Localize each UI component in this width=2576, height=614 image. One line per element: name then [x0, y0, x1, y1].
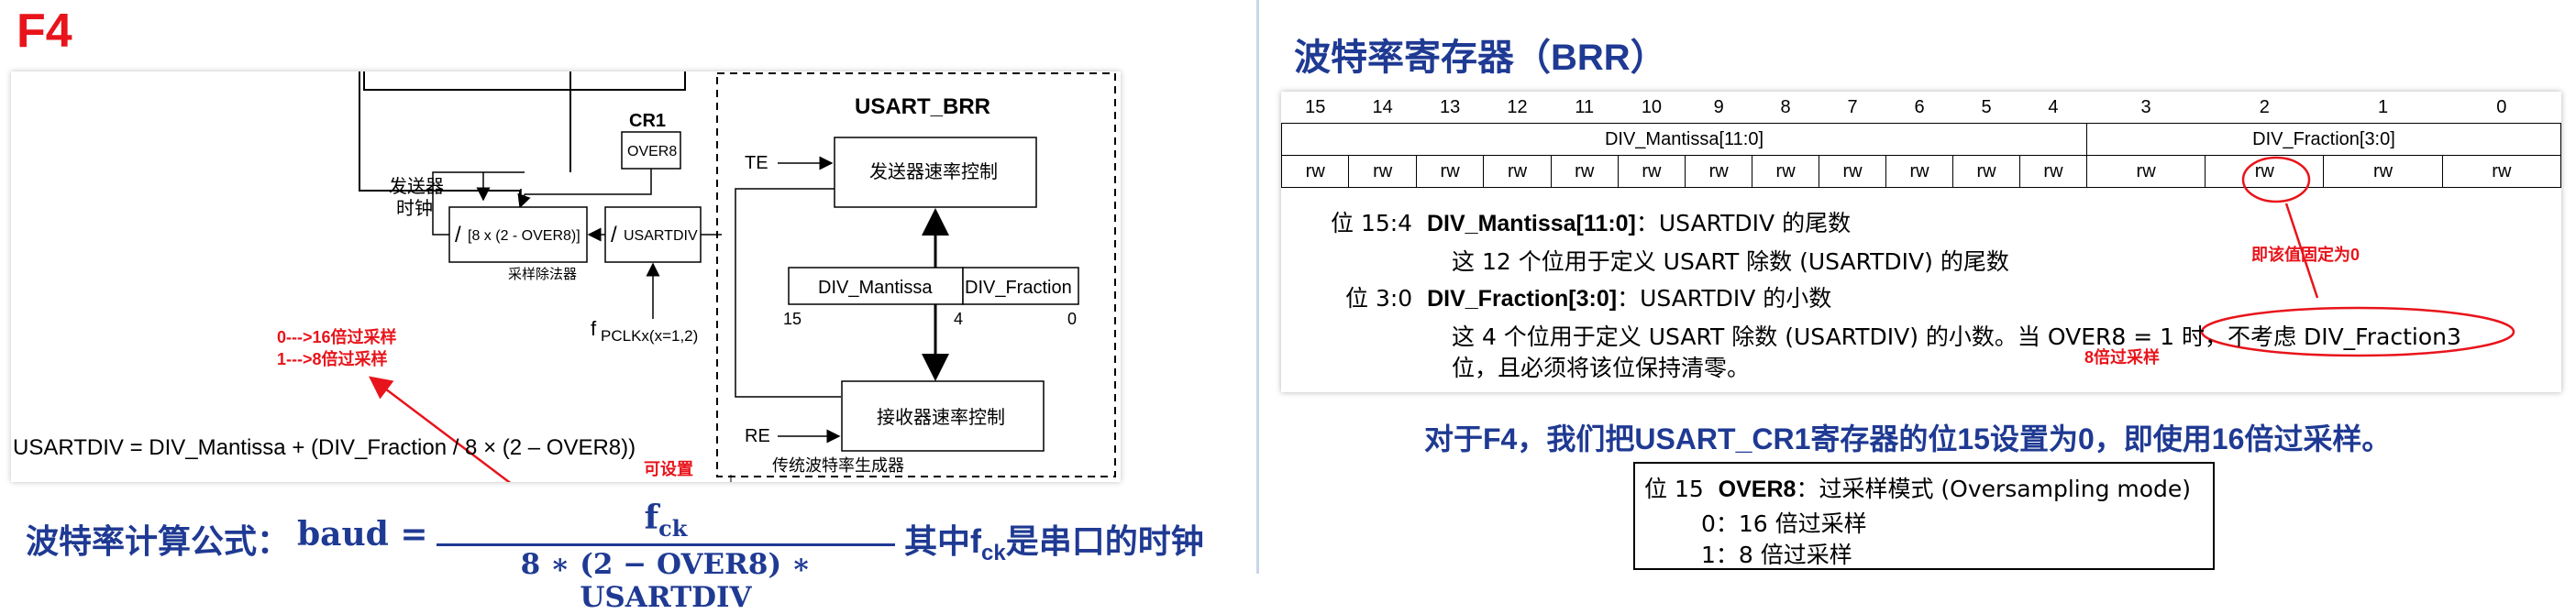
cr1-label: CR1	[629, 111, 666, 131]
brr-title: 波特率寄存器（BRR）	[1294, 38, 1667, 78]
block-diagram-svg: USART_BRR CR1 OVER8 发送器 时钟 / [8 x (2 - O…	[13, 71, 1116, 482]
formula-label: 波特率计算公式：	[26, 522, 291, 560]
fraction-detail-1: 这 4 个位用于定义 USART 除数 (USARTDIV) 的小数。当 OVE…	[1452, 323, 2461, 350]
bit-4-label: 4	[954, 310, 963, 328]
top-bracket	[363, 71, 686, 91]
tx-clock-label-2: 时钟	[396, 197, 433, 219]
tx-rate-control-label: 发送器速率控制	[869, 160, 998, 182]
over8-description-box: 位 15 OVER8：过采样模式 (Oversampling mode) 0：1…	[1633, 462, 2215, 570]
over8-option-0: 0：16 倍过采样	[1701, 510, 1867, 537]
formula-tail: 其中fck是串口的时钟	[904, 522, 1204, 566]
rx-rate-control-label: 接收器速率控制	[877, 406, 1005, 428]
divider-formula: [8 x (2 - OVER8)]	[468, 228, 580, 244]
mantissa-detail: 这 12 个位用于定义 USART 除数 (USARTDIV) 的尾数	[1452, 248, 2009, 275]
divider-slash: /	[455, 223, 461, 247]
f4-oversampling-note: 对于F4，我们把USART_CR1寄存器的位15设置为0，即使用16倍过采样。	[1424, 422, 2392, 455]
bit-15-label: 15	[783, 310, 802, 328]
usartdiv-slash: /	[611, 223, 617, 247]
right-panel: 波特率寄存器（BRR） 15 14 13 12 11 10 9 8 7 6 5 4 3 2 1 0 DIV_M…	[1259, 0, 2576, 574]
div-fraction-label: DIV_Fraction	[965, 278, 1072, 298]
pclk-label: f	[591, 317, 597, 340]
annot-over8-0: 0--->16倍过采样	[277, 327, 397, 346]
over8-label: OVER8	[627, 144, 677, 159]
fraction-desc: 位 3:0 DIV_Fraction[3:0]：USARTDIV 的小数	[1345, 285, 1832, 312]
annot-fixed-zero: 即该值固定为0	[2251, 246, 2360, 264]
formula-numerator: fck	[437, 499, 895, 547]
brr-register-box: 15 14 13 12 11 10 9 8 7 6 5 4 3 2 1 0 DIV_Mantissa[11:0…	[1280, 92, 2562, 392]
usart-brr-label: USART_BRR	[855, 94, 990, 119]
legacy-generator-label: 传统波特率生成器	[772, 456, 904, 476]
usartdiv-label: USARTDIV	[624, 228, 698, 244]
usartdiv-formula: USARTDIV = DIV_Mantissa + (DIV_Fraction …	[13, 435, 636, 460]
tx-clock-label-1: 发送器	[389, 175, 444, 197]
fraction-detail-2: 位，且必须将该位保持清零。	[1452, 355, 1751, 381]
div-mantissa-label: DIV_Mantissa	[818, 278, 933, 298]
annot-over8-1: 1--->8倍过采样	[277, 349, 388, 368]
annot-8x: 8倍过采样	[2084, 348, 2161, 367]
formula-fraction: fck 8 ∗ (2 − OVER8) ∗ USARTDIV	[437, 499, 895, 614]
over8-title: 位 15 OVER8：过采样模式 (Oversampling mode)	[1644, 476, 2192, 502]
left-panel: F4 USART_BRR CR1 OVER8 发送器 时钟 / [8 x (2 …	[0, 0, 1256, 614]
te-label: TE	[745, 153, 768, 173]
over8-option-1: 1：8 倍过采样	[1701, 542, 1852, 568]
annot-arrow	[369, 376, 512, 482]
formula-lhs: baud =	[297, 515, 428, 554]
bit3-circle	[2241, 156, 2311, 203]
baud-generator-diagram: USART_BRR CR1 OVER8 发送器 时钟 / [8 x (2 - O…	[11, 71, 1121, 482]
baud-formula: 波特率计算公式： baud = fck 8 ∗ (2 − OVER8) ∗ US…	[26, 499, 1264, 614]
pclk-sub: PCLKx(x=1,2)	[601, 327, 698, 345]
formula-denominator: 8 ∗ (2 − OVER8) ∗ USARTDIV	[520, 548, 812, 614]
annot-settable: 可设置	[644, 460, 693, 478]
f4-title: F4	[17, 5, 72, 58]
re-label: RE	[745, 426, 770, 446]
divider-caption: 采样除法器	[508, 266, 577, 282]
bit-0-label: 0	[1067, 310, 1077, 328]
mantissa-desc: 位 15:4 DIV_Mantissa[11:0]：USARTDIV 的尾数	[1331, 210, 1852, 236]
